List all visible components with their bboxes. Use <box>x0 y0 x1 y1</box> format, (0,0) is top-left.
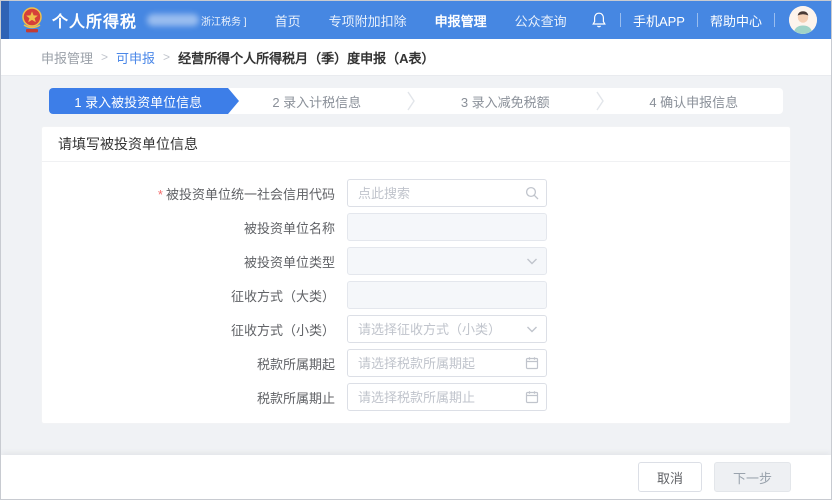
field-label: 被投资单位类型 <box>42 252 347 271</box>
form-row-collection-method-major: 征收方式（大类） <box>42 281 790 309</box>
nav-item-public-query[interactable]: 公众查询 <box>515 11 567 30</box>
entity-type-input <box>347 247 547 275</box>
step-separator-chevron <box>406 88 416 114</box>
breadcrumb-current-page: 经营所得个人所得税月（季）度申报（A表） <box>178 48 434 67</box>
brand[interactable]: 个人所得税 <box>19 6 137 34</box>
entity-type-select <box>347 247 547 275</box>
redacted-name-blur <box>147 14 199 26</box>
required-asterisk: * <box>158 187 163 202</box>
field-label: 税款所属期起 <box>42 354 347 373</box>
divider <box>697 13 698 27</box>
org-suffix-text: 浙江税务 ] <box>201 13 247 28</box>
tax-bureau-emblem-icon <box>19 6 45 34</box>
entity-name-input <box>347 213 547 241</box>
org-label: 浙江税务 ] <box>147 13 247 28</box>
form-section-title: 请填写被投资单位信息 <box>42 127 790 162</box>
collection-method-major-field <box>347 281 547 309</box>
mobile-app-link[interactable]: 手机APP <box>633 11 685 30</box>
footer-action-bar: 取消 下一步 <box>1 455 831 499</box>
notification-bell-icon[interactable] <box>590 11 608 29</box>
nav-item-home[interactable]: 首页 <box>275 11 301 30</box>
form-row-tax-period-end: 税款所属期止 <box>42 383 790 411</box>
form-row-credit-code: *被投资单位统一社会信用代码 <box>42 179 790 207</box>
tax-period-end-datepicker <box>347 383 547 411</box>
tax-period-start-input[interactable] <box>347 349 547 377</box>
step-wizard: 1 录入被投资单位信息 2 录入计税信息 3 录入减免税额 4 确认申报信息 <box>49 88 783 114</box>
credit-code-search-field <box>347 179 547 207</box>
collection-method-minor-select <box>347 315 547 343</box>
header-right: 手机APP 帮助中心 <box>590 6 817 34</box>
divider <box>774 13 775 27</box>
tax-period-start-datepicker <box>347 349 547 377</box>
step-2-tax-calculation-info: 2 录入计税信息 <box>228 88 407 114</box>
field-label: 被投资单位名称 <box>42 218 347 237</box>
form-row-entity-type: 被投资单位类型 <box>42 247 790 275</box>
form-row-collection-method-minor: 征收方式（小类） <box>42 315 790 343</box>
form-row-tax-period-start: 税款所属期起 <box>42 349 790 377</box>
nav-item-special-deductions[interactable]: 专项附加扣除 <box>329 11 407 30</box>
top-header: 个人所得税 浙江税务 ] 首页 专项附加扣除 申报管理 公众查询 手机APP 帮… <box>1 1 831 39</box>
field-label: *被投资单位统一社会信用代码 <box>42 184 347 203</box>
form-row-entity-name: 被投资单位名称 <box>42 213 790 241</box>
field-label: 税款所属期止 <box>42 388 347 407</box>
collection-method-major-input <box>347 281 547 309</box>
main-content: 1 录入被投资单位信息 2 录入计税信息 3 录入减免税额 4 确认申报信息 请… <box>1 76 831 455</box>
step-1-invested-entity-info[interactable]: 1 录入被投资单位信息 <box>49 88 228 114</box>
entity-name-field <box>347 213 547 241</box>
breadcrumb-separator: > <box>101 50 108 64</box>
nav-item-declaration-management[interactable]: 申报管理 <box>435 11 487 30</box>
field-label: 征收方式（大类） <box>42 286 347 305</box>
breadcrumb: 申报管理 > 可申报 > 经营所得个人所得税月（季）度申报（A表） <box>1 39 831 76</box>
divider <box>620 13 621 27</box>
field-label: 征收方式（小类） <box>42 320 347 339</box>
step-separator-chevron <box>595 88 605 114</box>
cancel-button[interactable]: 取消 <box>638 462 702 492</box>
header-left-strip <box>1 1 9 39</box>
user-avatar[interactable] <box>789 6 817 34</box>
help-center-link[interactable]: 帮助中心 <box>710 11 762 30</box>
credit-code-search-input[interactable] <box>347 179 547 207</box>
step-4-confirm-declaration-info: 4 确认申报信息 <box>605 88 784 114</box>
step-3-tax-reduction-info: 3 录入减免税额 <box>416 88 595 114</box>
app-window: 个人所得税 浙江税务 ] 首页 专项附加扣除 申报管理 公众查询 手机APP 帮… <box>0 0 832 500</box>
invested-entity-form: *被投资单位统一社会信用代码 被投资单位名称 <box>42 162 790 411</box>
top-navigation: 首页 专项附加扣除 申报管理 公众查询 <box>275 11 567 30</box>
form-card: 请填写被投资单位信息 *被投资单位统一社会信用代码 <box>41 126 791 424</box>
breadcrumb-declarable[interactable]: 可申报 <box>116 48 155 67</box>
next-step-button[interactable]: 下一步 <box>714 462 791 492</box>
app-title: 个人所得税 <box>52 8 137 32</box>
breadcrumb-separator: > <box>163 50 170 64</box>
breadcrumb-declaration-management[interactable]: 申报管理 <box>41 48 93 67</box>
tax-period-end-input[interactable] <box>347 383 547 411</box>
collection-method-minor-input[interactable] <box>347 315 547 343</box>
